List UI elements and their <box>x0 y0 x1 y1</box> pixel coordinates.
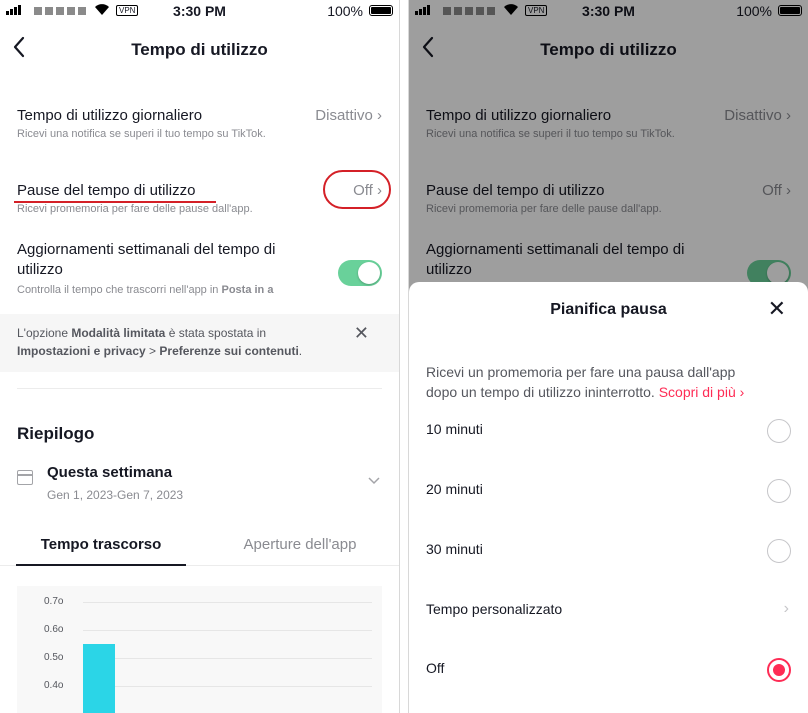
weekly-updates-desc-bold: Posta in a <box>221 284 274 296</box>
battery-icon <box>369 5 393 16</box>
daily-screen-time-description: Ricevi una notifica se superi il tuo tem… <box>17 128 266 140</box>
y-tick-label: 0.6o <box>44 624 64 635</box>
gridline <box>83 686 372 687</box>
gridline <box>83 630 372 631</box>
notice-text: è stata spostata in <box>165 326 267 340</box>
option-off[interactable]: Off <box>426 650 791 690</box>
tab-time-spent[interactable]: Tempo trascorso <box>16 536 186 566</box>
status-bar: VPN 3:30 PM 100% <box>0 0 399 22</box>
option-label: 30 minuti <box>426 541 483 557</box>
option-20-minutes[interactable]: 20 minuti <box>426 471 791 511</box>
option-10-minutes[interactable]: 10 minuti <box>426 411 791 451</box>
screen-time-breaks-description: Ricevi promemoria per fare delle pause d… <box>17 203 253 215</box>
week-title: Questa settimana <box>47 464 173 481</box>
radio-button-selected[interactable] <box>767 658 791 682</box>
week-range: Gen 1, 2023-Gen 7, 2023 <box>47 488 184 502</box>
weekly-updates-label: Aggiornamenti settimanali del tempo di u… <box>17 240 382 280</box>
annotation-circle <box>323 170 391 209</box>
weekly-updates-row: Aggiornamenti settimanali del tempo di u… <box>17 240 382 300</box>
schedule-break-screen: VPN 3:30 PM 100% Tempo di utilizzo Tempo… <box>408 0 808 713</box>
notice-text: . <box>298 344 303 358</box>
close-icon[interactable]: ✕ <box>768 296 786 322</box>
notice-line1: L'opzione Modalità limitata è stata spos… <box>17 324 382 342</box>
daily-value-text: Disattivo <box>315 107 373 124</box>
page-title: Tempo di utilizzo <box>131 40 268 59</box>
notice-bold: Preferenze sui contenuti <box>159 344 299 358</box>
battery-percent: 100% <box>327 3 363 19</box>
learn-more-link[interactable]: Scopri di più › <box>659 384 745 400</box>
learn-more-text: Scopri di più <box>658 384 736 400</box>
option-30-minutes[interactable]: 30 minuti <box>426 531 791 571</box>
notice-line2: Impostazioni e privacy > Preferenze sui … <box>17 342 382 360</box>
divider <box>17 388 382 389</box>
y-tick-label: 0.4o <box>44 680 64 691</box>
radio-button[interactable] <box>767 479 791 503</box>
tab-app-opens[interactable]: Aperture dell'app <box>215 536 385 553</box>
y-tick-label: 0.7o <box>44 596 64 607</box>
desc-line2: dopo un tempo di utilizzo ininterrotto. <box>426 384 659 400</box>
option-custom-time[interactable]: Tempo personalizzato › <box>426 591 791 631</box>
nav-bar: Tempo di utilizzo <box>0 30 399 70</box>
restricted-mode-notice: L'opzione Modalità limitata è stata spos… <box>0 314 399 372</box>
daily-screen-time-value: Disattivo › <box>315 107 382 124</box>
daily-screen-time-row[interactable]: Tempo di utilizzo giornaliero Ricevi una… <box>17 107 382 140</box>
sheet-title: Pianifica pausa <box>550 301 667 318</box>
notice-text: > <box>145 344 160 358</box>
schedule-break-sheet: Pianifica pausa ✕ Ricevi un promemoria p… <box>409 282 808 713</box>
option-label: 10 minuti <box>426 421 483 437</box>
weekly-updates-toggle[interactable] <box>338 260 382 286</box>
usage-chart: 0.7o 0.6o 0.5o 0.4o <box>17 586 382 713</box>
chevron-right-icon: › <box>377 107 382 124</box>
notice-text: L'opzione <box>17 326 72 340</box>
summary-title: Riepilogo <box>17 424 95 443</box>
chevron-down-icon <box>368 472 380 488</box>
summary-tabs: Tempo trascorso Aperture dell'app <box>0 528 399 566</box>
sheet-description: Ricevi un promemoria per fare una pausa … <box>426 362 791 402</box>
y-tick-label: 0.5o <box>44 652 64 663</box>
weekly-updates-line2: utilizzo <box>17 261 63 278</box>
option-label: Tempo personalizzato <box>426 601 563 617</box>
annotation-underline <box>14 201 216 203</box>
notice-bold: Impostazioni e privacy <box>17 344 146 358</box>
screen-time-settings: VPN 3:30 PM 100% Tempo di utilizzo Tempo… <box>0 0 400 713</box>
weekly-updates-description: Controlla il tempo che trascorri nell'ap… <box>17 284 309 296</box>
weekly-updates-desc-text: Controlla il tempo che trascorri nell'ap… <box>17 284 222 296</box>
calendar-icon <box>17 470 33 485</box>
radio-button[interactable] <box>767 419 791 443</box>
option-label: Off <box>426 660 445 676</box>
desc-line1: Ricevi un promemoria per fare una pausa … <box>426 364 736 380</box>
gridline <box>83 658 372 659</box>
gridline <box>83 602 372 603</box>
radio-button[interactable] <box>767 539 791 563</box>
weekly-updates-line1: Aggiornamenti settimanali del tempo di <box>17 241 276 258</box>
chevron-right-icon: › <box>783 600 789 617</box>
usage-bar <box>83 644 115 713</box>
notice-bold: Modalità limitata <box>71 326 166 340</box>
close-icon[interactable]: ✕ <box>354 324 369 342</box>
chevron-right-icon: › <box>739 384 745 400</box>
option-label: 20 minuti <box>426 481 483 497</box>
